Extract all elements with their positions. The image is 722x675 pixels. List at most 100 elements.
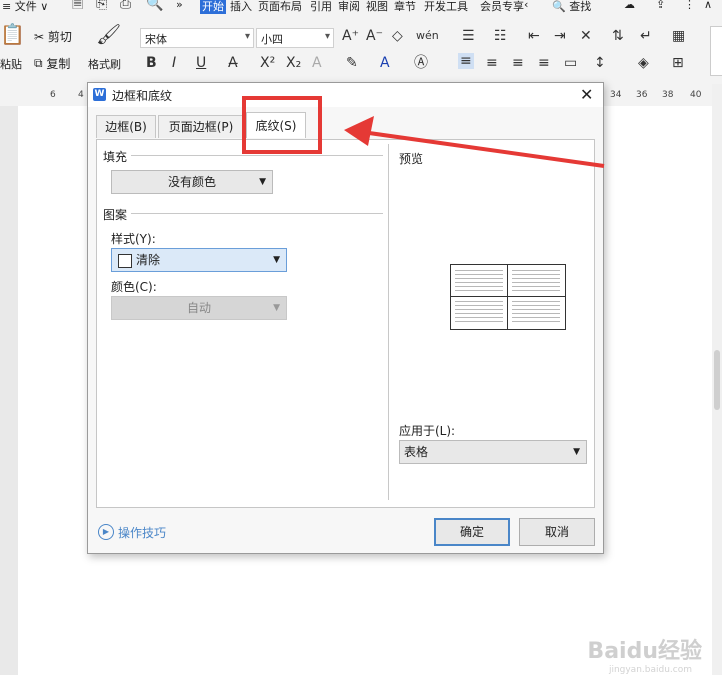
chinese-layout-icon[interactable]: ✕ [580,28,592,44]
pattern-style-dropdown[interactable]: 清除 ▼ [111,248,287,272]
preview-icon[interactable]: 🔍 [146,0,163,12]
ruler-tick: 40 [690,90,702,100]
align-right-icon[interactable]: ≡ [512,55,524,71]
menu-row: ≡ 文件 ∨ 🗎 ⎘ ⎙ 🔍 » 开始 插入 页面布局 引用 审阅 视图 章节 … [0,0,722,14]
collapse-icon[interactable]: ∧ [704,0,712,11]
sort-icon[interactable]: ⇅ [612,28,624,44]
preview-table [450,264,566,330]
tips-link[interactable]: 操作技巧 [118,524,166,541]
increase-indent-icon[interactable]: ⇥ [554,28,566,44]
bold-icon[interactable]: B [146,55,157,71]
pattern-color-value: 自动 [186,301,211,315]
color-label: 颜色(C): [111,280,157,294]
distributed-icon[interactable]: ▭ [564,55,577,71]
table-icon[interactable]: ▦ [672,28,685,44]
save-icon[interactable]: 🗎 [72,0,83,12]
justify-icon[interactable]: ≡ [538,55,550,71]
styles-gallery[interactable] [710,26,722,76]
dialog-titlebar[interactable]: W 边框和底纹 ✕ [88,83,603,107]
font-name-select[interactable]: 宋体 [140,28,254,48]
more-icon[interactable]: » [176,0,183,11]
apply-to-label: 应用于(L): [399,424,456,438]
format-painter-button[interactable]: 格式刷 [88,56,121,72]
text-effect-icon[interactable]: A [312,55,322,71]
search-box[interactable]: 🔍 查找 [552,0,591,14]
paste-button[interactable]: 粘贴 [0,56,22,72]
show-marks-icon[interactable]: ↵ [640,28,652,44]
tab-developer[interactable]: 开发工具 [424,0,468,14]
pattern-group-label: 图案 [103,208,128,222]
close-icon[interactable]: ✕ [580,85,593,104]
tab-page-layout[interactable]: 页面布局 [258,0,302,14]
subscript-icon[interactable]: X₂ [286,55,301,71]
divider [388,144,389,500]
grow-font-icon[interactable]: A⁺ [342,28,359,44]
tab-view[interactable]: 视图 [366,0,388,14]
strikethrough-icon[interactable]: A̶ [228,55,238,71]
paste-icon[interactable]: 📋 [0,24,25,44]
play-icon[interactable]: ▶ [98,524,114,540]
more-menu-icon[interactable]: ⋮ [684,0,695,11]
tab-references[interactable]: 引用 [310,0,332,14]
apply-to-dropdown[interactable]: 表格 ▼ [399,440,587,464]
fill-color-value: 没有颜色 [167,175,216,189]
print-icon[interactable]: ⎙ [120,0,131,12]
copy-icon: ⧉ [34,56,43,70]
annotation-arrow [344,116,605,168]
tab-page-borders[interactable]: 页面边框(P) [158,115,244,138]
watermark: Baidu经验 [587,639,702,664]
brush-icon: 🖌 [96,22,122,46]
ok-button[interactable]: 确定 [434,518,510,546]
font-size-select[interactable]: 小四 [256,28,334,48]
underline-icon[interactable]: U [196,55,206,71]
scrollbar-thumb[interactable] [714,350,720,410]
tab-home[interactable]: 开始 [200,0,226,14]
shading-tab-panel: 填充 没有颜色 ▼ 图案 样式(Y): 清除 ▼ 颜色(C): 自动 ▼ 预览 [96,139,595,508]
chevron-down-icon: ▼ [573,447,580,457]
italic-icon[interactable]: I [172,55,176,71]
divider [131,213,383,214]
pattern-style-value: 清除 [136,253,161,267]
chevron-down-icon: ▼ [273,303,280,313]
apply-to-value: 表格 [404,445,429,459]
numbering-icon[interactable]: ☷ [494,28,507,44]
char-border-icon[interactable]: Ⓐ [414,55,428,71]
align-left-icon[interactable]: ≡ [458,53,474,69]
clear-format-icon[interactable]: ◇ [392,28,403,44]
ruler-tick: 36 [636,90,648,100]
tab-member[interactable]: 会员专享 [480,0,524,14]
menu-file[interactable]: ≡ 文件 ∨ [2,0,48,14]
preview-divider [507,265,508,329]
align-center-icon[interactable]: ≡ [486,55,498,71]
dialog-title: 边框和底纹 [112,89,173,103]
share-icon[interactable]: ⇪ [656,0,665,11]
highlight-icon[interactable]: ✎ [346,55,358,71]
cancel-button[interactable]: 取消 [519,518,595,546]
watermark-url: jingyan.baidu.com [608,665,692,675]
bullets-icon[interactable]: ☰ [462,28,475,44]
cloud-icon[interactable]: ☁ [624,0,635,11]
chevron-down-icon: ▼ [273,255,280,265]
shading-icon[interactable]: ◈ [638,55,649,71]
tab-review[interactable]: 审阅 [338,0,360,14]
line-spacing-icon[interactable]: ↕ [594,55,606,71]
ruler-tick: 4 [78,90,84,100]
phonetic-icon[interactable]: wén [416,28,439,44]
shrink-font-icon[interactable]: A⁻ [366,28,383,44]
swatch-icon [118,254,132,268]
tab-insert[interactable]: 插入 [230,0,252,14]
copy-button[interactable]: ⧉ 复制 [34,55,70,72]
decrease-indent-icon[interactable]: ⇤ [528,28,540,44]
ruler-tick: 38 [662,90,674,100]
tab-chapter[interactable]: 章节 [394,0,416,14]
font-color-icon[interactable]: A [380,55,390,71]
tab-borders[interactable]: 边框(B) [96,115,156,138]
fill-color-dropdown[interactable]: 没有颜色 ▼ [111,170,273,194]
pattern-color-dropdown[interactable]: 自动 ▼ [111,296,287,320]
tabs-scroll-icon[interactable]: ‹ [524,0,528,11]
cut-button[interactable]: ✂ 剪切 [34,28,72,45]
chevron-down-icon: ▼ [259,177,266,187]
export-icon[interactable]: ⎘ [96,0,107,12]
superscript-icon[interactable]: X² [260,55,275,71]
borders-icon[interactable]: ⊞ [672,55,684,71]
